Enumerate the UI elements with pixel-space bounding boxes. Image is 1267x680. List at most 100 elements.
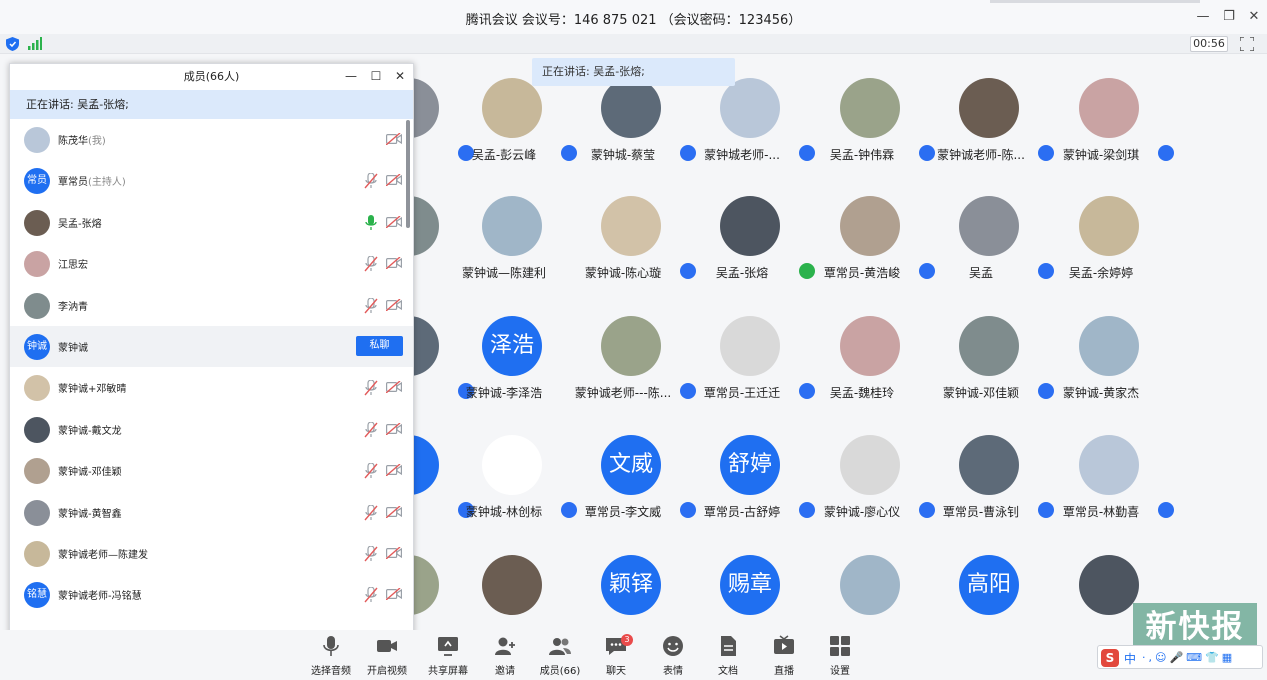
participant-tile[interactable]: 颖铎 [566, 531, 696, 641]
audio-button[interactable]: 选择音频 [306, 634, 356, 678]
panel-maximize-button[interactable]: ☐ [366, 66, 386, 86]
participant-tile[interactable] [805, 531, 935, 641]
participant-tile[interactable] [447, 531, 577, 641]
participant-tile[interactable]: 蒙钟诚老师---陈... [566, 292, 696, 402]
participant-name: 吴孟-余婷婷 [1068, 266, 1134, 280]
shield-icon[interactable] [6, 37, 19, 51]
minimize-button[interactable]: — [1192, 6, 1214, 28]
participant-tile[interactable]: 舒婷 覃常员-古舒婷 [685, 411, 815, 521]
ime-tools[interactable]: ·,☺🎤⌨👕▦ [1142, 651, 1235, 664]
participant-name: 蒙钟诚-李泽浩 [465, 386, 543, 400]
member-row[interactable]: 吴孟-张熔 [10, 202, 413, 243]
participant-tile[interactable]: 文威 覃常员-李文威 [566, 411, 696, 521]
camera-off-icon[interactable] [385, 546, 402, 560]
docs-button[interactable]: 文档 [703, 634, 753, 678]
member-row[interactable]: 铭慧 蒙钟诚老师-冯铭慧 [10, 574, 413, 615]
participant-tile[interactable]: 高阳 [924, 531, 1054, 641]
member-avatar [24, 292, 50, 319]
participant-tile[interactable]: 蒙钟诚-梁剑琪 [1044, 54, 1174, 164]
restore-button[interactable]: ❐ [1218, 6, 1240, 28]
participant-tile[interactable]: 覃常员-王迁迁 [685, 292, 815, 402]
emoji-label: 表情 [663, 666, 683, 677]
participant-tile[interactable]: 覃常员-林勤喜 [1044, 411, 1174, 521]
mic-on-icon[interactable] [364, 214, 378, 231]
participant-name: 覃常员-林勤喜 [1062, 505, 1140, 519]
members-panel: 成员(66人) — ☐ ✕ 正在讲话: 吴孟-张熔; 陈茂华(我) 常员 覃常员(主… [9, 63, 414, 664]
chat-unread-badge: 3 [621, 634, 633, 646]
close-button[interactable]: ✕ [1243, 6, 1265, 28]
ime-mode[interactable]: 中 [1124, 650, 1136, 667]
member-name: 吴孟-张熔 [58, 215, 102, 230]
camera-off-icon[interactable] [385, 132, 402, 146]
member-row[interactable]: 常员 覃常员(主持人) [10, 160, 413, 201]
member-row[interactable]: 蒙钟诚-黄智鑫 [10, 492, 413, 533]
participant-name: 蒙钟城老师-... [704, 148, 780, 162]
member-row[interactable]: 蒙钟诚老师—陈建发 [10, 533, 413, 574]
participant-tile[interactable]: 赐章 [685, 531, 815, 641]
participant-tile[interactable]: 蒙钟诚-黄家杰 [1044, 292, 1174, 402]
camera-off-icon[interactable] [385, 422, 402, 436]
video-button[interactable]: 开启视频 [362, 634, 412, 678]
member-row[interactable]: 蒙钟诚-邓佳颖 [10, 450, 413, 491]
camera-off-icon[interactable] [385, 505, 402, 519]
participant-tile[interactable]: 蒙钟诚-邓佳颖 [924, 292, 1054, 402]
members-button[interactable]: 成员(66) [535, 634, 585, 678]
camera-off-icon[interactable] [385, 256, 402, 270]
members-list[interactable]: 陈茂华(我) 常员 覃常员(主持人) 吴孟-张熔江思宏 李汭青 钟诚 蒙钟诚 私聊 蒙钟诚+邓敏… [10, 119, 413, 615]
camera-off-icon[interactable] [385, 463, 402, 477]
participant-tile[interactable]: 吴孟 [924, 172, 1054, 282]
share-button[interactable]: 共享屏幕 [423, 634, 473, 678]
emoji-button[interactable]: 表情 [648, 634, 698, 678]
camera-off-icon[interactable] [385, 298, 402, 312]
panel-minimize-button[interactable]: — [341, 66, 361, 86]
camera-off-icon[interactable] [385, 380, 402, 394]
participant-tile[interactable]: 蒙钟诚—陈建利 [447, 172, 577, 282]
mic-muted-icon[interactable] [364, 255, 378, 272]
member-name: 蒙钟诚老师-冯铭慧 [58, 587, 142, 602]
participant-tile[interactable]: 吴孟-钟伟霖 [805, 54, 935, 164]
members-scrollbar[interactable] [406, 120, 410, 228]
participant-tile[interactable]: 覃常员-曹泳钊 [924, 411, 1054, 521]
fullscreen-icon[interactable] [1240, 37, 1254, 51]
participant-tile[interactable]: 覃常员-黄浩峻 [805, 172, 935, 282]
member-row[interactable]: 蒙钟诚+邓敏晴 [10, 367, 413, 408]
participant-tile[interactable]: 泽浩 蒙钟诚-李泽浩 [447, 292, 577, 402]
ime-logo-icon[interactable]: S [1101, 649, 1119, 667]
mic-muted-icon[interactable] [364, 545, 378, 562]
panel-close-button[interactable]: ✕ [390, 66, 410, 86]
mic-muted-icon[interactable] [364, 379, 378, 396]
member-row[interactable]: 钟诚 蒙钟诚 私聊 [10, 326, 413, 367]
chat-button[interactable]: 聊天 3 [591, 634, 641, 678]
participant-avatar [482, 78, 542, 138]
participant-avatar: 赐章 [720, 555, 780, 615]
ime-toolbar[interactable]: S 中 ·,☺🎤⌨👕▦ [1097, 645, 1263, 669]
participant-tile[interactable]: 吴孟-余婷婷 [1044, 172, 1174, 282]
signal-strength-icon[interactable] [28, 37, 42, 50]
mic-muted-icon[interactable] [364, 462, 378, 479]
participant-tile[interactable]: 蒙钟诚老师-陈... [924, 54, 1054, 164]
mic-muted-icon[interactable] [364, 172, 378, 189]
member-row[interactable]: 江思宏 [10, 243, 413, 284]
participant-tile[interactable]: 蒙钟诚-陈心璇 [566, 172, 696, 282]
live-button[interactable]: 直播 [759, 634, 809, 678]
member-row[interactable]: 李汭青 [10, 285, 413, 326]
participant-tile[interactable]: 吴孟-张熔 [685, 172, 815, 282]
mic-muted-icon[interactable] [364, 296, 378, 314]
camera-off-icon[interactable] [385, 587, 402, 601]
participant-mic-icon [1158, 145, 1174, 161]
mic-muted-icon[interactable] [364, 586, 378, 603]
participant-tile[interactable]: 蒙钟城-林创标 [447, 411, 577, 521]
participant-tile[interactable]: 吴孟-魏桂玲 [805, 292, 935, 402]
participant-name: 吴孟-张熔 [715, 266, 769, 280]
mic-muted-icon[interactable] [364, 503, 378, 521]
member-avatar [24, 209, 50, 236]
settings-button[interactable]: 设置 [815, 634, 865, 678]
member-row[interactable]: 蒙钟诚-戴文龙 [10, 409, 413, 450]
camera-off-icon[interactable] [385, 173, 402, 187]
member-row[interactable]: 陈茂华(我) [10, 119, 413, 160]
participant-tile[interactable]: 蒙钟诚-廖心仪 [805, 411, 935, 521]
private-chat-button[interactable]: 私聊 [356, 336, 403, 356]
mic-muted-icon[interactable] [364, 421, 378, 438]
camera-off-icon[interactable] [385, 215, 402, 229]
invite-button[interactable]: 邀请 [480, 634, 530, 678]
